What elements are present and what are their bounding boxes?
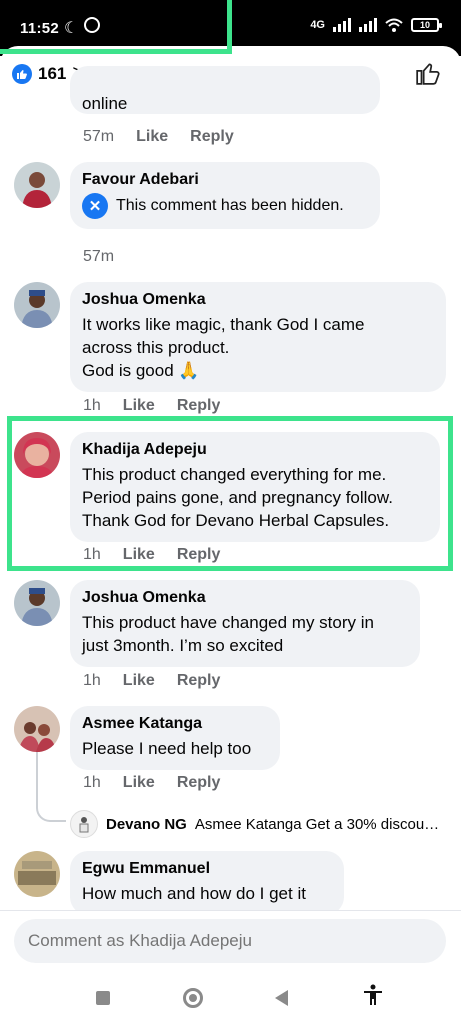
status-indicators: 4G 10: [310, 18, 442, 32]
battery-level: 10: [419, 20, 430, 30]
reply-thread-line: [36, 752, 66, 822]
avatar[interactable]: [14, 706, 60, 752]
comment-time: 57m: [83, 248, 115, 265]
comment-author[interactable]: Asmee Katanga: [82, 715, 268, 733]
comment-time: 1h: [83, 672, 101, 689]
comment-author[interactable]: Joshua Omenka: [82, 589, 408, 607]
reply-preview[interactable]: Devano NG Asmee Katanga Get a 30% discou…: [70, 810, 443, 838]
reply-button[interactable]: Reply: [190, 128, 234, 146]
comment-bubble: Joshua Omenka It works like magic, thank…: [70, 282, 446, 392]
comment-bubble: Joshua Omenka This product have changed …: [70, 580, 420, 667]
recents-icon[interactable]: [96, 991, 111, 1005]
hidden-x-icon: ✕: [82, 193, 108, 219]
comment-actions: 57m: [83, 248, 114, 266]
reaction-count: 161: [38, 63, 67, 83]
network-type: 4G: [310, 19, 325, 31]
reply-author[interactable]: Devano NG: [106, 816, 187, 833]
avatar[interactable]: [14, 851, 60, 897]
composer-bar: [0, 910, 461, 970]
signal-icon: [333, 18, 351, 32]
reply-button[interactable]: Reply: [177, 397, 221, 415]
comment-bubble: online: [70, 66, 380, 114]
comment-input[interactable]: [14, 919, 446, 963]
battery-icon: 10: [411, 18, 442, 32]
comment-time: 1h: [83, 774, 101, 791]
hidden-comment-text: This comment has been hidden.: [116, 197, 344, 214]
comment-actions: 1h Like Reply: [83, 397, 220, 415]
thumbs-up-icon[interactable]: [415, 60, 441, 91]
comment-author[interactable]: Joshua Omenka: [82, 291, 434, 309]
reply-text: Asmee Katanga Get a 30% discount…: [194, 815, 443, 833]
like-button[interactable]: Like: [123, 672, 155, 690]
wifi-icon: [385, 18, 403, 32]
highlight-frame: [7, 416, 453, 571]
avatar[interactable]: [14, 162, 60, 208]
comment-bubble: Asmee Katanga Please I need help too: [70, 706, 280, 770]
highlight-frame: [0, 0, 232, 54]
like-button[interactable]: Like: [123, 774, 155, 792]
comment-actions: 1h Like Reply: [83, 672, 220, 690]
like-button[interactable]: Like: [123, 397, 155, 415]
comment-bubble: Favour Adebari ✕ This comment has been h…: [70, 162, 380, 229]
system-navbar: [0, 972, 461, 1024]
comment-time: 1h: [83, 397, 101, 414]
like-button[interactable]: Like: [136, 128, 168, 146]
comment-author[interactable]: Egwu Emmanuel: [82, 860, 332, 878]
avatar: [70, 810, 98, 838]
like-badge-icon: [12, 63, 32, 84]
avatar[interactable]: [14, 282, 60, 328]
comment-actions: 57m Like Reply: [83, 128, 234, 146]
comment-author[interactable]: Favour Adebari: [82, 171, 368, 189]
comments-sheet: 161 > online 57m Like Reply Favour Adeba…: [0, 46, 461, 1024]
comment-text: How much and how do I get it: [82, 884, 306, 903]
reply-button[interactable]: Reply: [177, 672, 221, 690]
avatar[interactable]: [14, 580, 60, 626]
comment-text: It works like magic, thank God I came ac…: [82, 315, 365, 380]
comment-actions: 1h Like Reply: [83, 774, 220, 792]
home-icon[interactable]: [182, 988, 203, 1008]
comment-bubble: Egwu Emmanuel How much and how do I get …: [70, 851, 344, 915]
accessibility-icon[interactable]: [361, 983, 385, 1013]
back-icon[interactable]: [275, 990, 289, 1006]
comment-text: online: [82, 94, 128, 113]
comment-text: This product have changed my story in ju…: [82, 613, 374, 655]
comment-time: 57m: [83, 128, 115, 145]
reply-button[interactable]: Reply: [177, 774, 221, 792]
signal-icon-2: [359, 18, 377, 32]
comment-text: Please I need help too: [82, 739, 252, 758]
